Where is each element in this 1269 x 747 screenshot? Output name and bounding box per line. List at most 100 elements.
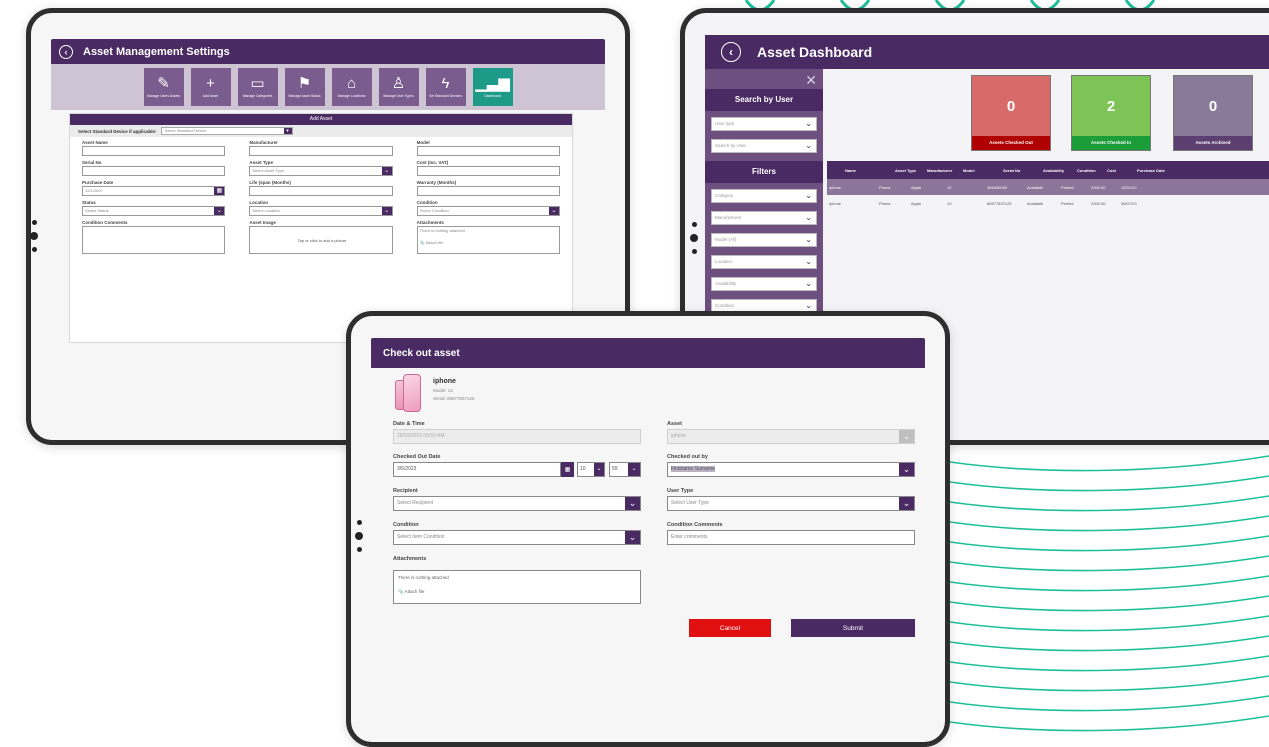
- tool-button-3[interactable]: ▭ Manage Categories: [237, 68, 278, 106]
- close-icon[interactable]: ✕: [711, 73, 817, 89]
- dashboard-title: Asset Dashboard: [757, 44, 873, 60]
- table-cell: Perfect: [1061, 184, 1074, 190]
- standard-device-select[interactable]: Select Standard Device ▾: [160, 127, 293, 135]
- settings-header: ‹ Asset Management Settings: [51, 39, 605, 64]
- location-icon: ⌂: [346, 75, 357, 92]
- checked-out-date-input[interactable]: 3/6/2023: [393, 462, 561, 477]
- chevron-down-icon: ⌄: [628, 463, 640, 476]
- condition-comments-input[interactable]: Enter comments: [667, 530, 915, 545]
- table-cell: Apple: [911, 200, 922, 206]
- form-input[interactable]: Select Status ⌄: [82, 206, 226, 216]
- tool-button-5[interactable]: ⌂ Manage Locations: [331, 68, 372, 106]
- filter-select[interactable]: Model (All) ⌄: [711, 233, 817, 247]
- user-type-select[interactable]: Select User Type ⌄: [667, 496, 915, 511]
- column-header[interactable]: Cost: [1107, 168, 1137, 173]
- cancel-button[interactable]: Cancel: [689, 619, 771, 637]
- tool-button-7[interactable]: ϟ Set Standard Devices: [425, 68, 466, 106]
- submit-button[interactable]: Submit: [791, 619, 915, 637]
- chevron-down-icon: ⌄: [594, 463, 604, 476]
- form-field: Serial No: [82, 160, 226, 176]
- decorative-arc: [949, 675, 1269, 692]
- condition-select[interactable]: Select Item Condition ⌄: [393, 530, 641, 545]
- chevron-down-icon: ⌄: [625, 531, 640, 544]
- form-input[interactable]: [249, 146, 393, 156]
- column-header[interactable]: Name: [845, 168, 895, 173]
- back-icon[interactable]: ‹: [59, 44, 73, 59]
- filter-select[interactable]: Category ⌄: [711, 189, 817, 203]
- checked-out-by-select[interactable]: Firstname Surname ⌄: [667, 462, 915, 477]
- form-input[interactable]: 12/1/2007 ▦: [82, 186, 226, 196]
- attach-file-link[interactable]: 📎 Attach file: [398, 589, 636, 595]
- form-input[interactable]: [82, 146, 226, 156]
- back-icon[interactable]: ‹: [721, 42, 741, 62]
- attachments-box[interactable]: There is nothing attached 📎 Attach file: [393, 570, 641, 604]
- column-header[interactable]: Asset Type: [895, 168, 927, 173]
- column-header[interactable]: Manufacturer: [927, 168, 963, 173]
- tool-button-8[interactable]: ▁▃▆ Dashboard: [472, 68, 513, 106]
- form-field: Condition Comments: [82, 220, 226, 254]
- table-cell: Phone: [879, 200, 891, 206]
- table-cell: 381890000: [987, 184, 1008, 190]
- tool-label: Dashboard: [484, 94, 501, 98]
- settings-toolbar: ✎ Manage Users Assets + Add Asset ▭ Manage Ca…: [51, 64, 605, 110]
- filter-select[interactable]: Location ⌄: [711, 255, 817, 269]
- form-input[interactable]: Select Location ⌄: [249, 206, 393, 216]
- calendar-icon[interactable]: ▦: [214, 187, 225, 195]
- form-input[interactable]: Select Condition ⌄: [416, 206, 560, 216]
- tool-button-4[interactable]: ⚑ Manage Asset Status: [284, 68, 325, 106]
- form-field: Purchase Date 12/1/2007 ▦: [82, 180, 226, 196]
- decorative-arc: [949, 515, 1269, 532]
- tool-button-6[interactable]: ♙ Manage User Types: [378, 68, 419, 106]
- phone-icon: [395, 372, 425, 420]
- filter-select[interactable]: Search by User ⌄: [711, 139, 817, 153]
- filter-select[interactable]: Availability ⌄: [711, 277, 817, 291]
- tablet-buttons: [355, 520, 363, 552]
- column-header[interactable]: Serial No: [1003, 168, 1043, 173]
- chevron-down-icon: ⌄: [381, 207, 392, 215]
- add-asset-fields: Asset Name Manufacturer Model Serial No Asse…: [82, 140, 560, 254]
- table-row[interactable]: iphone Phone Apple 13 65977837125 Available Pe…: [827, 195, 1269, 211]
- chevron-down-icon: ⌄: [805, 119, 812, 128]
- item-model: Model: 13: [433, 388, 453, 393]
- recipient-select[interactable]: Select Recipient ⌄: [393, 496, 641, 511]
- minute-select[interactable]: 59 ⌄: [609, 462, 641, 477]
- column-header[interactable]: Condition: [1077, 168, 1107, 173]
- stat-card[interactable]: 2 Assets Checked In: [1071, 75, 1151, 151]
- table-cell: Perfect: [1061, 200, 1074, 206]
- chevron-down-icon: ⌄: [805, 191, 812, 200]
- attach-file-link[interactable]: 📎 Attach file: [420, 239, 559, 247]
- tablet-buttons: [690, 222, 698, 254]
- table-cell: 65977837125: [987, 200, 1012, 206]
- form-field: Asset Name: [82, 140, 226, 156]
- tool-button-2[interactable]: + Add Asset: [190, 68, 231, 106]
- form-input[interactable]: Select Asset Type ⌄: [249, 166, 393, 176]
- form-input[interactable]: [82, 226, 226, 254]
- table-row[interactable]: iphone Phone Apple 12 381890000 Available Perf…: [827, 179, 1269, 195]
- stat-value: 0: [1208, 98, 1218, 115]
- tool-button-1[interactable]: ✎ Manage Users Assets: [143, 68, 184, 106]
- flag-icon: ⚑: [297, 75, 312, 92]
- form-input[interactable]: [82, 166, 226, 176]
- form-field: Cost (Inc. VAT): [416, 160, 560, 176]
- filter-select[interactable]: User type ⌄: [711, 117, 817, 131]
- form-input[interactable]: [249, 186, 393, 196]
- stat-card[interactable]: 0 Assets Archived: [1173, 75, 1253, 151]
- filter-select[interactable]: Manufacturer ⌄: [711, 211, 817, 225]
- search-by-user-heading: Search by User: [705, 89, 823, 111]
- form-input[interactable]: [416, 166, 560, 176]
- form-input[interactable]: [416, 146, 560, 156]
- stat-card[interactable]: 0 Assets Checked Out: [971, 75, 1051, 151]
- form-input[interactable]: [416, 186, 560, 196]
- column-header[interactable]: Availability: [1043, 168, 1077, 173]
- form-input[interactable]: There is nothing attached 📎 Attach file: [416, 226, 560, 254]
- column-header[interactable]: Model: [963, 168, 1003, 173]
- chevron-down-icon: ⌄: [899, 497, 914, 510]
- dashboard-header: ‹ Asset Dashboard: [705, 35, 1269, 69]
- calendar-icon[interactable]: ▦: [561, 462, 574, 477]
- form-input[interactable]: Tap or click to add a picture: [249, 226, 393, 254]
- decorative-arc: [949, 615, 1269, 632]
- stat-value: 2: [1106, 98, 1116, 115]
- table-cell: 2300.00: [1091, 200, 1106, 206]
- column-header[interactable]: Purchase Date: [1137, 168, 1177, 173]
- hour-select[interactable]: 10 ⌄: [577, 462, 605, 477]
